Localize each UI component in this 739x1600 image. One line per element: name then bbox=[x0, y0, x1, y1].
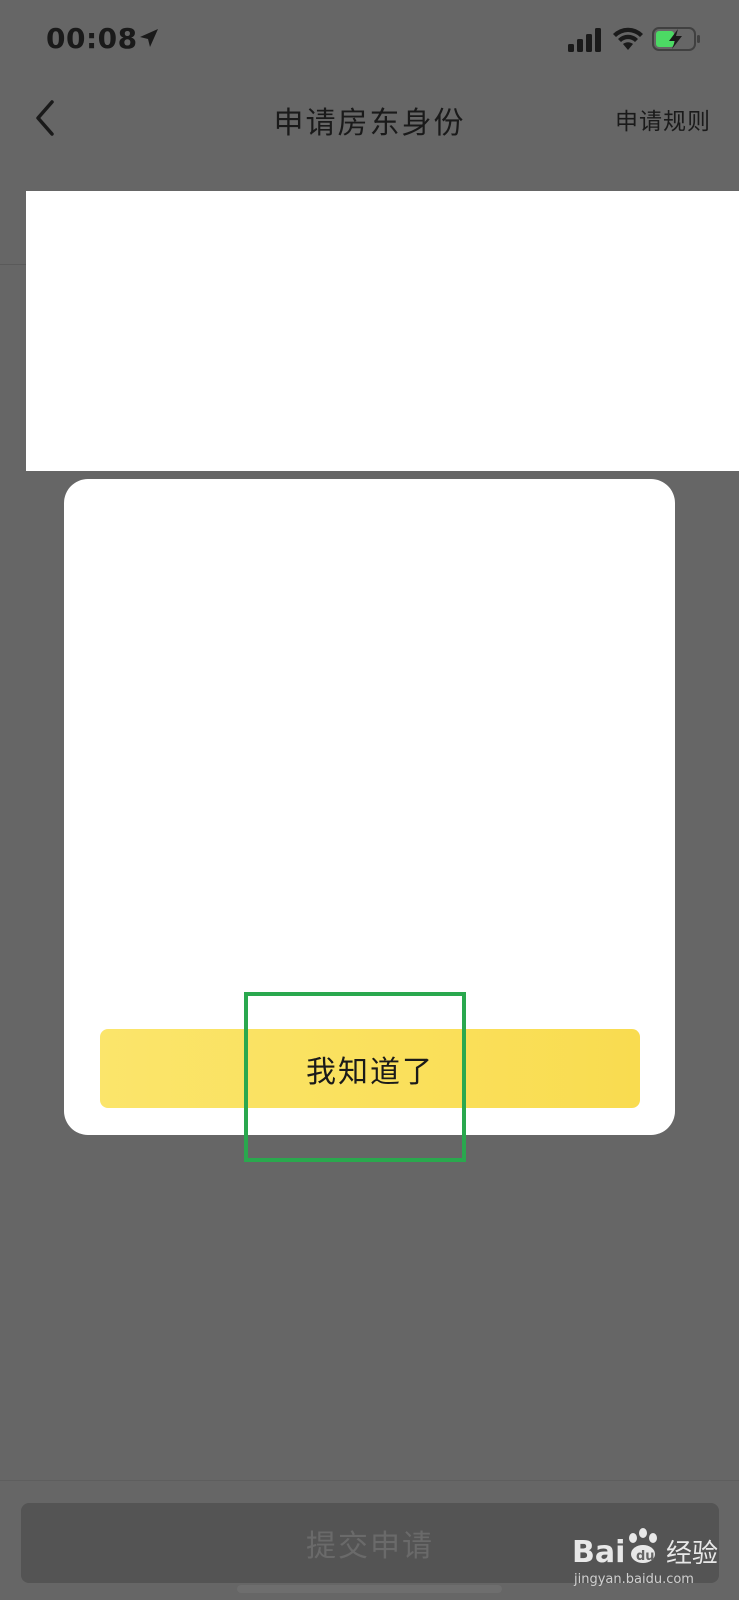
content-panel bbox=[26, 191, 739, 471]
svg-text:经验: 经验 bbox=[666, 1539, 718, 1569]
battery-charging-icon bbox=[652, 27, 700, 51]
svg-text:Bai: Bai bbox=[572, 1535, 625, 1570]
status-bar: 00:08 bbox=[0, 0, 739, 80]
rules-link[interactable]: 申请规则 bbox=[615, 102, 711, 136]
status-time: 00:08 bbox=[46, 22, 138, 55]
signal-bars-icon bbox=[568, 28, 601, 52]
app-screen: 00:08 申请房东身份 申请规则 我知道了 提交申请 Bai du 经验 ji… bbox=[0, 0, 739, 1600]
baidu-jingyan-watermark: Bai du 经验 bbox=[572, 1528, 718, 1570]
wifi-icon bbox=[613, 27, 643, 50]
watermark-url: jingyan.baidu.com bbox=[574, 1572, 694, 1587]
nav-bar: 申请房东身份 申请规则 bbox=[0, 80, 739, 188]
highlight-annotation bbox=[244, 992, 466, 1162]
location-arrow-icon bbox=[140, 29, 158, 47]
home-indicator bbox=[237, 1585, 502, 1593]
svg-text:du: du bbox=[636, 1549, 655, 1564]
footer-divider bbox=[0, 1480, 739, 1481]
